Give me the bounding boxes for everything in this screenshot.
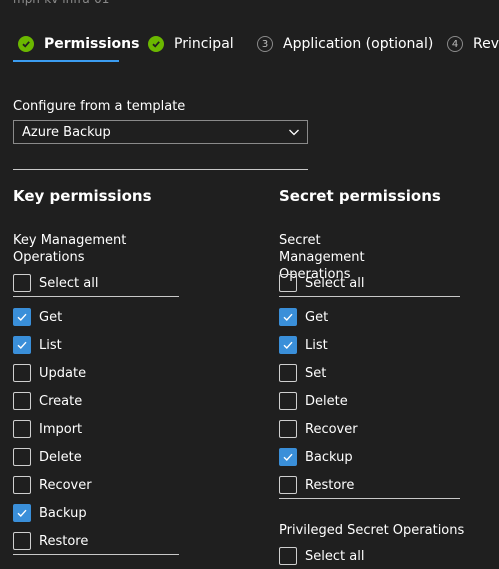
- key-checkbox-create[interactable]: Create: [13, 391, 82, 411]
- chevron-down-icon: [289, 129, 299, 136]
- checkbox-label: Restore: [39, 533, 89, 549]
- step-review[interactable]: 4 Revi: [447, 34, 499, 54]
- checkbox-icon: [13, 364, 31, 382]
- step-label: Revi: [473, 36, 499, 52]
- key-management-title: Key Management Operations: [13, 233, 127, 265]
- checkbox-label: Select all: [305, 275, 365, 291]
- template-label: Configure from a template: [13, 99, 186, 114]
- checkbox-label: Select all: [39, 275, 99, 291]
- checkbox-label: Restore: [305, 477, 355, 493]
- checkbox-label: Get: [39, 309, 63, 325]
- checkbox-icon: [13, 532, 31, 550]
- check-circle-icon: [148, 36, 164, 52]
- secret-checkbox-set[interactable]: Set: [279, 363, 326, 383]
- checkbox-icon: [13, 308, 31, 326]
- checkbox-label: Delete: [39, 449, 82, 465]
- step-label: Permissions: [44, 36, 140, 52]
- secret-checkbox-delete[interactable]: Delete: [279, 391, 348, 411]
- checkbox-label: List: [39, 337, 62, 353]
- checkbox-label: Recover: [39, 477, 92, 493]
- step-number-icon: 3: [257, 36, 273, 52]
- checkbox-label: Create: [39, 393, 83, 409]
- secret-checkbox-recover[interactable]: Recover: [279, 419, 358, 439]
- checkbox-label: Backup: [305, 449, 353, 465]
- checkbox-label: Delete: [305, 393, 348, 409]
- step-number-icon: 4: [447, 36, 463, 52]
- step-label: Principal: [174, 36, 234, 52]
- step-label: Application (optional): [283, 36, 434, 52]
- key-select-all[interactable]: Select all: [13, 273, 98, 293]
- checkbox-icon: [279, 336, 297, 354]
- checkbox-icon: [279, 547, 297, 565]
- key-checkbox-restore[interactable]: Restore: [13, 531, 88, 551]
- checkbox-label: Set: [305, 365, 327, 381]
- checkbox-icon: [279, 476, 297, 494]
- check-circle-icon: [18, 36, 34, 52]
- secret-checkbox-list[interactable]: List: [279, 335, 328, 355]
- key-checkbox-get[interactable]: Get: [13, 307, 62, 327]
- checkbox-icon: [279, 364, 297, 382]
- checkbox-icon: [13, 274, 31, 292]
- key-checkbox-delete[interactable]: Delete: [13, 447, 82, 467]
- checkbox-icon: [279, 392, 297, 410]
- privileged-secret-title: Privileged Secret Operations: [279, 523, 465, 538]
- step-application[interactable]: 3 Application (optional): [257, 34, 433, 54]
- key-checkbox-list[interactable]: List: [13, 335, 62, 355]
- secret-checkbox-restore[interactable]: Restore: [279, 475, 354, 495]
- checkbox-label: Get: [305, 309, 329, 325]
- checkbox-label: Update: [39, 365, 87, 381]
- checkbox-icon: [13, 476, 31, 494]
- checkbox-icon: [13, 420, 31, 438]
- checkbox-icon: [13, 336, 31, 354]
- divider: [13, 169, 308, 170]
- checkbox-label: Backup: [39, 505, 87, 521]
- checkbox-label: Select all: [305, 548, 365, 564]
- checkbox-icon: [13, 448, 31, 466]
- checkbox-icon: [279, 448, 297, 466]
- checkbox-label: Recover: [305, 421, 358, 437]
- divider: [279, 296, 460, 297]
- secret-checkbox-backup[interactable]: Backup: [279, 447, 353, 467]
- active-step-indicator: [13, 60, 119, 62]
- key-checkbox-backup[interactable]: Backup: [13, 503, 87, 523]
- checkbox-icon: [279, 274, 297, 292]
- template-dropdown[interactable]: Azure Backup: [13, 120, 308, 144]
- divider: [279, 498, 460, 499]
- checkbox-label: List: [305, 337, 328, 353]
- template-value: Azure Backup: [22, 124, 111, 140]
- vault-name: mpn-kv-infra-01: [13, 0, 109, 6]
- secret-select-all[interactable]: Select all: [279, 273, 364, 293]
- checkbox-icon: [13, 392, 31, 410]
- checkbox-label: Import: [39, 421, 83, 437]
- checkbox-icon: [279, 420, 297, 438]
- divider: [13, 296, 179, 297]
- divider: [13, 554, 179, 555]
- step-permissions[interactable]: Permissions: [18, 34, 139, 54]
- key-permissions-title: Key permissions: [13, 187, 152, 205]
- key-checkbox-update[interactable]: Update: [13, 363, 86, 383]
- privileged-select-all[interactable]: Select all: [279, 546, 364, 566]
- key-checkbox-recover[interactable]: Recover: [13, 475, 92, 495]
- secret-checkbox-get[interactable]: Get: [279, 307, 328, 327]
- checkbox-icon: [279, 308, 297, 326]
- secret-permissions-title: Secret permissions: [279, 187, 441, 205]
- key-checkbox-import[interactable]: Import: [13, 419, 82, 439]
- checkbox-icon: [13, 504, 31, 522]
- step-principal[interactable]: Principal: [148, 34, 234, 54]
